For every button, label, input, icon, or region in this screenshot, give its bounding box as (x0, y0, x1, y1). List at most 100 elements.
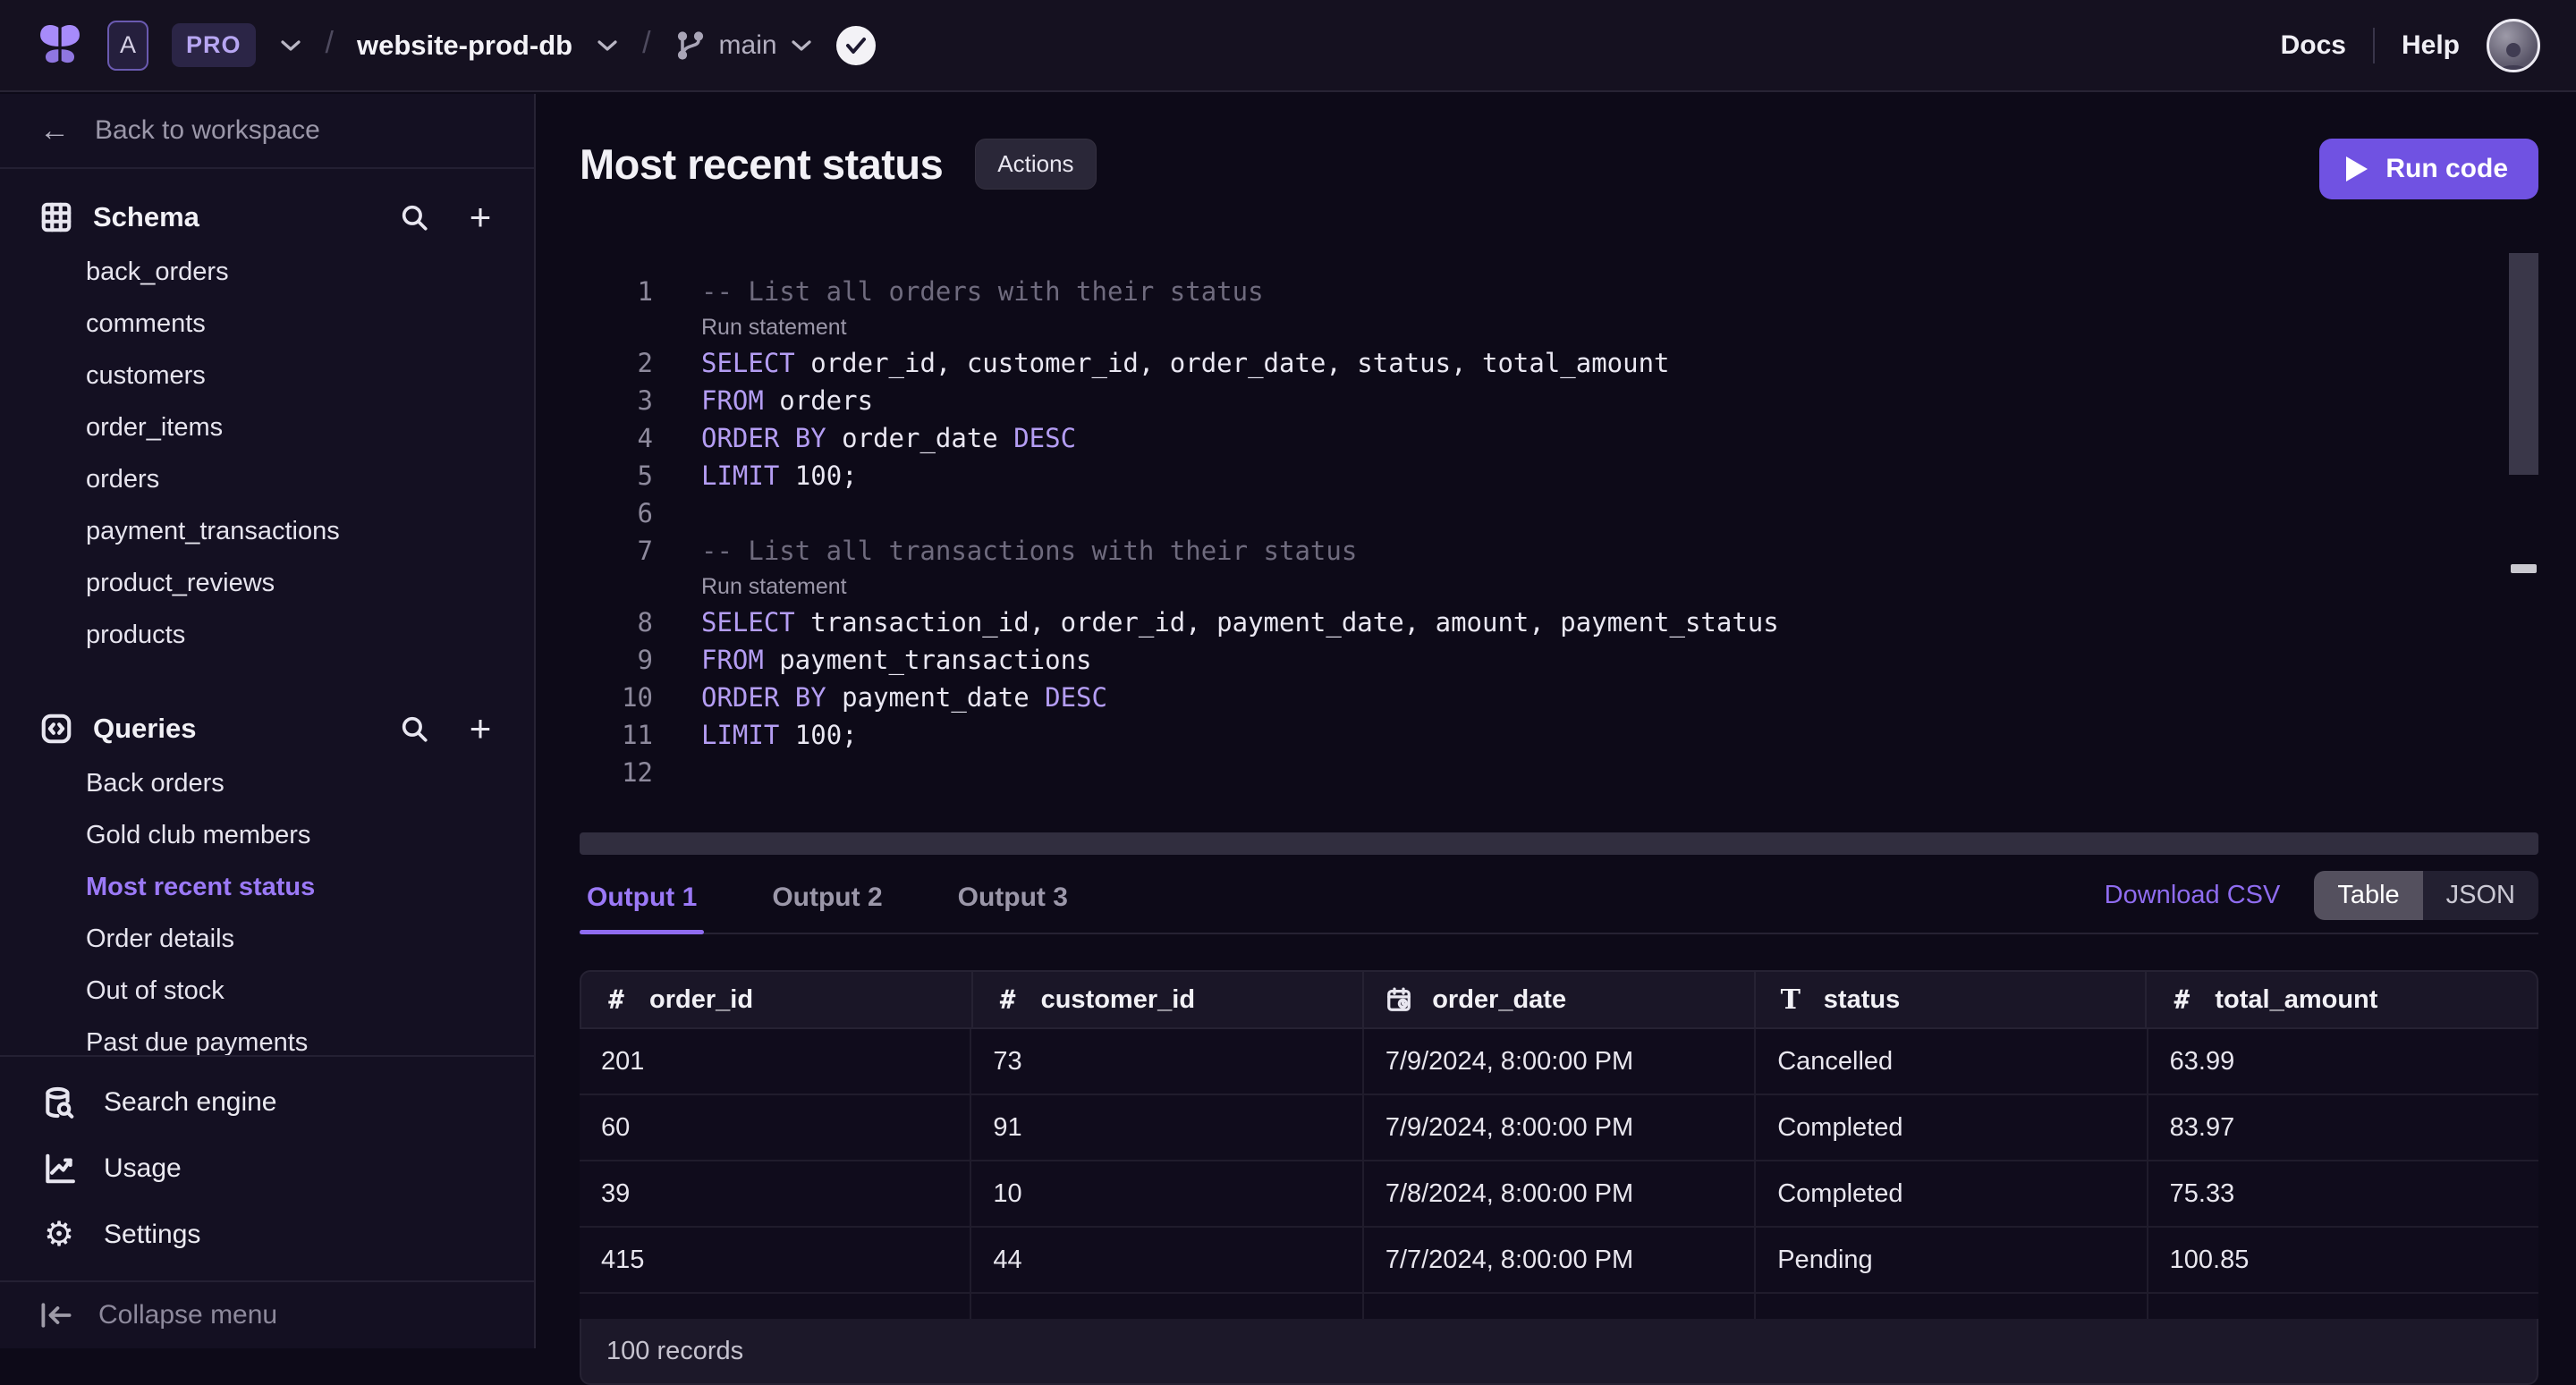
schema-table-icon (41, 202, 72, 232)
code-line-8: 8 SELECT transaction_id, order_id, paymen… (580, 604, 2538, 641)
sidebar-item-out-of-stock[interactable]: Out of stock (0, 965, 534, 1017)
run-code-button[interactable]: Run code (2319, 139, 2538, 199)
number-type-icon: # (999, 984, 1016, 1015)
editor-horizontal-scrollbar[interactable] (580, 832, 2538, 855)
branch-selector[interactable]: main (674, 28, 813, 63)
sql-text: transaction_id, order_id, payment_date, … (794, 607, 1779, 638)
sidebar-tools: Search engine Usage ⚙ Settings (0, 1055, 534, 1280)
column-header-status[interactable]: Tstatus (1753, 972, 2146, 1027)
table-cell[interactable]: 201 (580, 1029, 970, 1094)
help-link[interactable]: Help (2402, 30, 2460, 61)
line-number: 9 (637, 645, 653, 675)
run-statement-button[interactable]: Run statement (701, 315, 847, 341)
table-cell[interactable]: Completed (1754, 1095, 2146, 1160)
run-statement-button[interactable]: Run statement (701, 574, 847, 600)
sidebar-item-customers[interactable]: customers (0, 350, 534, 401)
table-cell[interactable]: 91 (970, 1095, 1361, 1160)
back-arrow-icon: ← (39, 113, 70, 148)
table-cell[interactable]: 7/9/2024, 8:00:00 PM (1361, 1029, 1754, 1094)
table-cell[interactable]: 100.85 (2146, 1228, 2538, 1292)
collapse-menu-button[interactable]: Collapse menu (0, 1280, 534, 1348)
sql-comment: -- List all transactions with their stat… (701, 536, 1358, 566)
app-logo-butterfly-icon[interactable] (36, 21, 84, 70)
code-line-4: 4 ORDER BY order_date DESC (580, 419, 2538, 457)
table-cell[interactable]: 415 (580, 1228, 970, 1292)
sidebar-item-order-items[interactable]: order_items (0, 401, 534, 453)
sidebar-item-back-orders[interactable]: back_orders (0, 246, 534, 298)
back-to-workspace-button[interactable]: ← Back to workspace (0, 94, 534, 169)
code-content: ORDER BY payment_date DESC (701, 682, 1107, 713)
table-row: 39 10 7/8/2024, 8:00:00 PM Completed 75.33 (580, 1161, 2538, 1228)
table-cell[interactable]: Cancelled (1754, 1029, 2146, 1094)
user-avatar[interactable] (2487, 18, 2540, 72)
code-content: FROM payment_transactions (701, 645, 1092, 675)
view-toggle-table[interactable]: Table (2314, 871, 2423, 920)
table-cell[interactable]: Pending (1754, 1228, 2146, 1292)
sql-text: order_date (826, 423, 1014, 453)
workspace-badge[interactable]: A (107, 20, 148, 71)
table-cell[interactable]: 7/8/2024, 8:00:00 PM (1361, 1161, 1754, 1226)
number-type-icon: # (2174, 984, 2190, 1015)
editor-scrollbar-thumb[interactable] (2509, 253, 2538, 475)
sidebar-item-orders[interactable]: orders (0, 453, 534, 505)
sidebar-item-products[interactable]: products (0, 609, 534, 661)
table-cell[interactable]: 75.33 (2146, 1161, 2538, 1226)
code-line-11: 11 LIMIT 100; (580, 716, 2538, 754)
line-number: 12 (622, 757, 653, 788)
sidebar-item-back-orders[interactable]: Back orders (0, 757, 534, 809)
table-cell[interactable]: 7/7/2024, 8:00:00 PM (1361, 1228, 1754, 1292)
docs-link[interactable]: Docs (2281, 30, 2346, 61)
column-name: order_id (649, 984, 754, 1014)
table-cell (1361, 1294, 1754, 1319)
sidebar-nav: Schema + back_orders comments customers ord… (0, 169, 534, 1055)
sidebar-item-usage[interactable]: Usage (0, 1136, 534, 1202)
actions-button[interactable]: Actions (975, 138, 1097, 190)
schema-section-header: Schema + (0, 189, 534, 246)
sidebar-item-most-recent-status[interactable]: Most recent status (0, 861, 534, 913)
sidebar-item-past-due-payments[interactable]: Past due payments (0, 1017, 534, 1056)
sql-editor[interactable]: 1 -- List all orders with their status Run… (580, 249, 2538, 855)
table-cell[interactable]: 73 (970, 1029, 1361, 1094)
sidebar-item-order-details[interactable]: Order details (0, 913, 534, 965)
line-number: 4 (637, 423, 653, 453)
sidebar-item-payment-transactions[interactable]: payment_transactions (0, 505, 534, 557)
sidebar-item-comments[interactable]: comments (0, 298, 534, 350)
view-toggle-json[interactable]: JSON (2422, 871, 2538, 920)
column-header-order-id[interactable]: # order_id (581, 972, 971, 1027)
queries-add-icon[interactable]: + (462, 710, 498, 747)
column-header-order-date[interactable]: order_date (1362, 972, 1754, 1027)
code-line-9: 9 FROM payment_transactions (580, 641, 2538, 679)
column-header-total-amount[interactable]: # total_amount (2145, 972, 2537, 1027)
table-cell[interactable]: 39 (580, 1161, 970, 1226)
sidebar-item-product-reviews[interactable]: product_reviews (0, 557, 534, 609)
tab-output-1[interactable]: Output 1 (580, 883, 705, 934)
database-name[interactable]: website-prod-db (357, 30, 572, 62)
download-csv-link[interactable]: Download CSV (2105, 881, 2281, 910)
workspace-chevron-down-icon[interactable] (279, 38, 302, 53)
schema-add-icon[interactable]: + (462, 198, 498, 236)
table-cell[interactable]: 44 (970, 1228, 1361, 1292)
code-content: FROM orders (701, 385, 873, 416)
tab-output-3[interactable]: Output 3 (951, 883, 1075, 933)
sidebar-item-search-engine[interactable]: Search engine (0, 1069, 534, 1136)
table-cell[interactable]: Completed (1754, 1161, 2146, 1226)
table-cell[interactable]: 10 (970, 1161, 1361, 1226)
sql-keyword: LIMIT (701, 460, 780, 491)
sidebar-item-settings[interactable]: ⚙ Settings (0, 1202, 534, 1268)
code-line-1: 1 -- List all orders with their status (580, 273, 2538, 310)
tab-output-2[interactable]: Output 2 (765, 883, 889, 933)
schema-search-icon[interactable] (396, 199, 432, 235)
table-cell[interactable]: 7/9/2024, 8:00:00 PM (1361, 1095, 1754, 1160)
code-content: SELECT order_id, customer_id, order_date… (701, 348, 1670, 378)
table-cell[interactable]: 83.97 (2146, 1095, 2538, 1160)
number-type-icon: # (608, 984, 624, 1015)
editor-vertical-scrollbar[interactable] (2509, 249, 2538, 857)
column-header-customer-id[interactable]: # customer_id (970, 972, 1363, 1027)
sql-text: payment_transactions (763, 645, 1092, 675)
table-row: 60 91 7/9/2024, 8:00:00 PM Completed 83.97 (580, 1095, 2538, 1161)
database-chevron-down-icon[interactable] (596, 38, 619, 53)
table-cell[interactable]: 63.99 (2146, 1029, 2538, 1094)
table-cell[interactable]: 60 (580, 1095, 970, 1160)
sidebar-item-gold-club-members[interactable]: Gold club members (0, 809, 534, 861)
queries-search-icon[interactable] (396, 711, 432, 747)
